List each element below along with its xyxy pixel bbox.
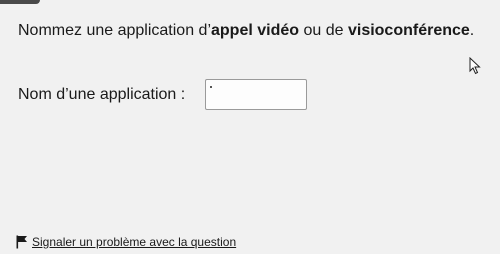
- answer-input[interactable]: [205, 79, 307, 110]
- question-part-2: ou de: [299, 22, 348, 39]
- window-edge: [0, 0, 40, 4]
- question-part-3: .: [469, 22, 475, 39]
- flag-icon: [16, 235, 27, 249]
- question-part-1: Nommez une application d’: [18, 22, 211, 39]
- mouse-pointer-icon: [469, 57, 481, 75]
- question-text: Nommez une application d’appel vidéo ou …: [18, 22, 474, 40]
- text-caret: [210, 86, 212, 88]
- question-keyword-videoconference: visioconférence: [347, 22, 470, 39]
- answer-label: Nom d’une application :: [18, 86, 186, 103]
- question-keyword-video-call: appel vidéo: [211, 22, 300, 39]
- report-problem-label: Signaler un problème avec la question: [32, 235, 237, 249]
- report-problem-link[interactable]: Signaler un problème avec la question: [16, 235, 236, 249]
